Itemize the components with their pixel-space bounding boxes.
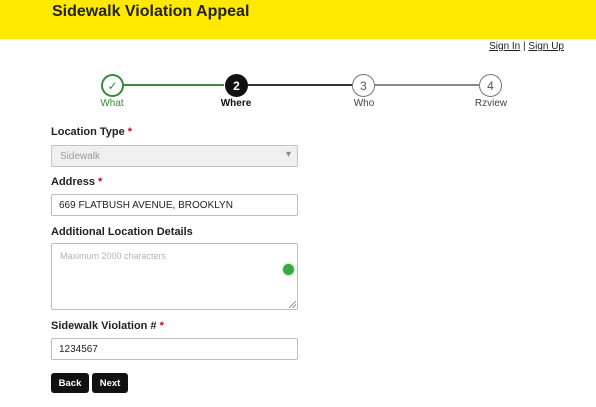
step-connector-1: [124, 84, 224, 86]
step-connector-2: [248, 84, 352, 86]
required-marker: *: [127, 126, 133, 138]
sign-in-link[interactable]: Sign In: [489, 41, 520, 52]
step-what-check-icon: ✓: [101, 74, 124, 97]
additional-details-label: Additional Location Details: [51, 226, 193, 238]
location-type-select[interactable]: Sidewalk ▾: [51, 145, 298, 167]
location-type-label-text: Location Type: [51, 126, 125, 138]
auth-links: Sign In | Sign Up: [489, 41, 564, 52]
app-header: Sidewalk Violation Appeal: [0, 0, 596, 39]
step-review-label: Rzview: [474, 98, 508, 109]
step-review-number: 4: [479, 74, 502, 97]
back-button[interactable]: Back: [51, 373, 89, 393]
additional-details-placeholder: Maximum 2000 characters: [60, 251, 167, 261]
step-where-label: Where: [220, 98, 252, 109]
step-where-number: 2: [225, 74, 248, 97]
required-marker: *: [98, 176, 103, 188]
address-input[interactable]: 669 FLATBUSH AVENUE, BROOKLYN: [51, 194, 298, 216]
auth-separator: |: [523, 41, 526, 52]
address-label-text: Address: [51, 176, 96, 188]
step-who-label: Who: [353, 98, 375, 109]
grammar-check-icon[interactable]: [283, 264, 294, 275]
progress-stepper: ✓ 2 3 4 What Where Who Rzview: [0, 72, 596, 112]
additional-details-textarea[interactable]: Maximum 2000 characters: [51, 243, 298, 310]
violation-number-label: Sidewalk Violation # *: [51, 320, 164, 332]
location-type-label: Location Type *: [51, 126, 132, 138]
required-marker: *: [159, 320, 164, 332]
violation-number-label-text: Sidewalk Violation #: [51, 320, 157, 332]
next-button[interactable]: Next: [92, 373, 128, 393]
address-label: Address *: [51, 176, 102, 188]
step-who-number: 3: [352, 74, 375, 97]
step-connector-3: [375, 84, 479, 86]
page-title: Sidewalk Violation Appeal: [52, 3, 250, 20]
location-type-value: Sidewalk: [60, 151, 101, 162]
step-what-label: What: [100, 98, 124, 109]
sign-up-link[interactable]: Sign Up: [528, 41, 564, 52]
resize-handle-icon[interactable]: [289, 301, 296, 308]
chevron-down-icon: ▾: [285, 149, 291, 160]
violation-number-input[interactable]: 1234567: [51, 338, 298, 360]
